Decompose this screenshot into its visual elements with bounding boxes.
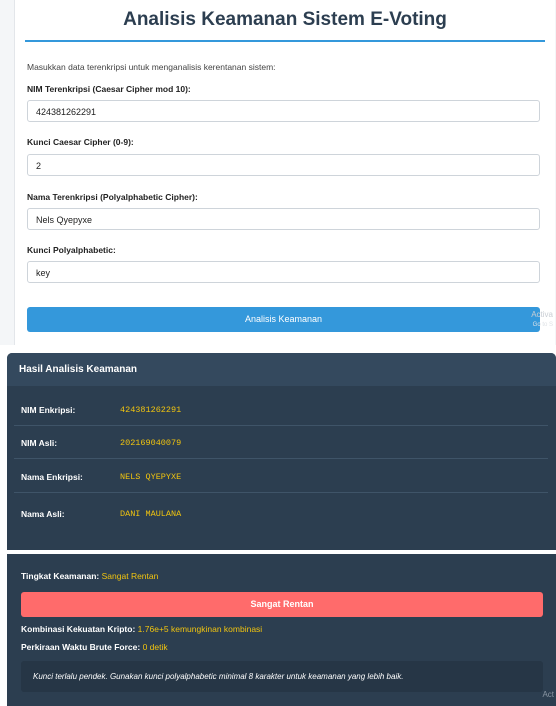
- analysis-form: Analisis Keamanan Sistem E-Voting Masukk…: [14, 0, 555, 345]
- poly-key-label: Kunci Polyalphabetic:: [27, 245, 116, 255]
- result-value: DANI MAULANA: [120, 509, 182, 519]
- result-row-name-encrypted: Nama Enkripsi: NELS QYEPYXE: [14, 462, 548, 493]
- bruteforce-time-value: 0 detik: [142, 642, 168, 652]
- input-section: Analisis Keamanan Sistem E-Voting Masukk…: [0, 0, 556, 345]
- bruteforce-time: Perkiraan Waktu Brute Force: 0 detik: [21, 642, 168, 652]
- bruteforce-time-label: Perkiraan Waktu Brute Force:: [21, 642, 141, 652]
- result-value: 424381262291: [120, 405, 182, 415]
- activation-watermark-bottom: Act: [542, 690, 554, 699]
- poly-key-input[interactable]: key: [27, 261, 540, 283]
- result-value: 202169040079: [120, 438, 182, 448]
- name-encrypted-input[interactable]: Nels Qyepyxe: [27, 208, 540, 230]
- recommendation-note: Kunci terlalu pendek. Gunakan kunci poly…: [21, 661, 543, 692]
- caesar-key-label: Kunci Caesar Cipher (0-9):: [27, 137, 134, 147]
- crypto-strength-label: Kombinasi Kekuatan Kripto:: [21, 624, 136, 634]
- result-label: Nama Enkripsi:: [21, 472, 83, 482]
- result-row-name-original: Nama Asli: DANI MAULANA: [14, 499, 548, 529]
- name-encrypted-label: Nama Terenkripsi (Polyalphabetic Cipher)…: [27, 192, 198, 202]
- activation-watermark: Activa: [531, 310, 553, 319]
- nim-encrypted-input[interactable]: 424381262291: [27, 100, 540, 122]
- results-panel: Hasil Analisis Keamanan NIM Enkripsi: 42…: [7, 353, 556, 550]
- security-level: Tingkat Keamanan: Sangat Rentan: [21, 571, 158, 581]
- result-row-nim-original: NIM Asli: 202169040079: [14, 428, 548, 459]
- analyze-button[interactable]: Analisis Keamanan: [27, 307, 540, 332]
- results-header: Hasil Analisis Keamanan: [7, 353, 556, 386]
- caesar-key-input[interactable]: 2: [27, 154, 540, 176]
- intro-text: Masukkan data terenkripsi untuk menganal…: [27, 62, 276, 72]
- result-row-nim-encrypted: NIM Enkripsi: 424381262291: [14, 395, 548, 426]
- result-label: NIM Asli:: [21, 438, 58, 448]
- security-status-badge: Sangat Rentan: [21, 592, 543, 617]
- crypto-strength-value: 1.76e+5 kemungkinan kombinasi: [137, 624, 263, 634]
- page-title: Analisis Keamanan Sistem E-Voting: [123, 9, 447, 30]
- results-title: Hasil Analisis Keamanan: [19, 364, 138, 375]
- security-panel: Tingkat Keamanan: Sangat Rentan Sangat R…: [7, 554, 556, 706]
- title-underline: [25, 40, 545, 42]
- result-label: NIM Enkripsi:: [21, 405, 76, 415]
- security-level-label: Tingkat Keamanan:: [21, 571, 100, 581]
- activation-watermark-sub: Go to S: [532, 322, 553, 328]
- result-label: Nama Asli:: [21, 509, 65, 519]
- nim-encrypted-label: NIM Terenkripsi (Caesar Cipher mod 10):: [27, 84, 191, 94]
- crypto-strength: Kombinasi Kekuatan Kripto: 1.76e+5 kemun…: [21, 624, 262, 634]
- result-value: NELS QYEPYXE: [120, 472, 182, 482]
- security-level-value: Sangat Rentan: [101, 571, 159, 581]
